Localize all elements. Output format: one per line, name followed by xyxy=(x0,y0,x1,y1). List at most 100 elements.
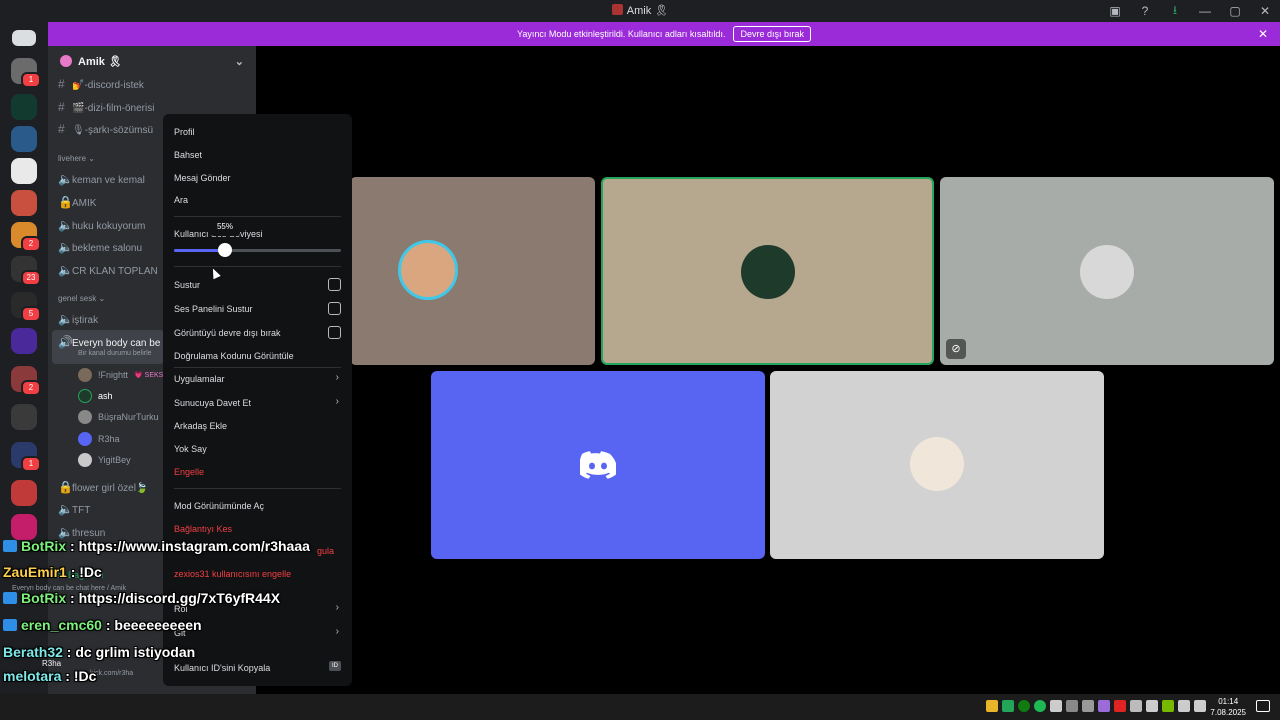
menu-item-disconnect[interactable]: Bağlantıyı Kes xyxy=(174,524,232,534)
voice-channel[interactable]: 🔒flower girl özel🍃 xyxy=(58,480,148,494)
voice-channel[interactable]: 🔈keman ve kemal xyxy=(58,172,145,186)
chat-separator: : xyxy=(66,590,79,606)
video-tile[interactable] xyxy=(431,371,765,559)
menu-item-mention[interactable]: Bahset xyxy=(174,150,202,160)
server-icon[interactable]: 5 xyxy=(11,292,41,322)
menu-item-apps[interactable]: Uygulamalar xyxy=(174,374,225,384)
voice-user[interactable]: YigitBey xyxy=(78,453,131,467)
disable-streamer-mode-button[interactable]: Devre dışı bırak xyxy=(733,26,811,42)
menu-item-block-user[interactable]: zexios31 kullanıcısını engelle xyxy=(174,569,291,579)
voice-user[interactable]: R3ha xyxy=(78,432,120,446)
system-clock[interactable]: 01:14 7.08.2025 xyxy=(1210,696,1246,718)
voice-channel[interactable]: 🔈huku kokuyorum xyxy=(58,218,145,232)
video-tile[interactable]: ⊘ xyxy=(940,177,1274,365)
spotify-icon[interactable] xyxy=(1034,700,1046,712)
mute-soundboard-checkbox[interactable] xyxy=(328,302,341,315)
text-channel[interactable]: # 🎙-şarkı-sözümsü xyxy=(58,122,153,136)
menu-item-mod-view[interactable]: Mod Görünümünde Aç xyxy=(174,501,264,511)
volume-icon[interactable] xyxy=(1194,700,1206,712)
nvidia-icon[interactable] xyxy=(1162,700,1174,712)
mic-icon[interactable] xyxy=(1146,700,1158,712)
video-tile[interactable] xyxy=(350,177,595,365)
voice-channel[interactable]: 🔈thresun xyxy=(58,525,105,539)
voice-channel[interactable]: 🔈bekleme salonu xyxy=(58,240,142,254)
voice-user[interactable]: BüşraNurTurku xyxy=(78,410,159,424)
voice-channel-active[interactable]: 🔊Everyn body can be xyxy=(58,335,160,349)
voice-user[interactable]: ash xyxy=(78,389,113,403)
menu-item-ignore[interactable]: Yok Say xyxy=(174,444,207,454)
tray-app-icon[interactable] xyxy=(1130,700,1142,712)
server-icon[interactable]: 1 xyxy=(11,442,41,472)
xbox-icon[interactable] xyxy=(1018,700,1030,712)
tray-app-icon[interactable] xyxy=(1098,700,1110,712)
speaker-icon: 🔈 xyxy=(58,502,73,516)
discord-home-icon[interactable] xyxy=(12,30,36,46)
text-channel[interactable]: # 🎬-dizi-film-önerisi xyxy=(58,100,154,114)
avatar xyxy=(78,432,92,446)
menu-item-call[interactable]: Ara xyxy=(174,195,188,205)
menu-item-invite[interactable]: Sunucuya Davet Et xyxy=(174,398,251,408)
avatar xyxy=(78,453,92,467)
menu-item-message[interactable]: Mesaj Gönder xyxy=(174,173,231,183)
close-window-button[interactable]: ✕ xyxy=(1250,4,1280,18)
server-icon[interactable] xyxy=(11,480,37,506)
video-tile-speaking[interactable] xyxy=(601,177,934,365)
video-tile[interactable] xyxy=(770,371,1104,559)
voice-channel[interactable]: 🔒AMIK xyxy=(58,195,96,209)
menu-item-verification-code[interactable]: Doğrulama Kodunu Görüntüle xyxy=(174,351,294,361)
text-channel[interactable]: # 💅-discord-istek xyxy=(58,77,144,91)
record-icon[interactable] xyxy=(1114,700,1126,712)
server-icon[interactable] xyxy=(11,328,37,354)
category-header[interactable]: genel sesk ⌄ xyxy=(58,294,105,303)
volume-slider[interactable] xyxy=(174,249,341,252)
voice-channel[interactable]: 🔈CR KLAN TOPLAN xyxy=(58,263,158,277)
server-header[interactable]: Amik 🎗 ⌄ xyxy=(48,46,256,76)
user-badge: 💗 SEKS xyxy=(134,372,164,379)
notification-icon[interactable] xyxy=(1256,700,1270,712)
minimize-button[interactable]: — xyxy=(1190,4,1220,18)
disable-video-checkbox[interactable] xyxy=(328,326,341,339)
menu-item-profile[interactable]: Profil xyxy=(174,127,195,137)
server-icon[interactable]: 2 xyxy=(11,366,41,396)
category-header[interactable]: livehere ⌄ xyxy=(58,154,95,163)
menu-item-partial[interactable]: gula xyxy=(317,546,334,556)
server-icon[interactable]: 1 xyxy=(11,58,41,88)
tray-app-icon[interactable] xyxy=(986,700,998,712)
hash-icon: # xyxy=(58,122,65,136)
speaker-icon: 🔈 xyxy=(58,525,73,539)
chat-text: !Dc xyxy=(73,668,97,684)
close-icon[interactable]: ✕ xyxy=(1258,27,1268,41)
chat-separator: : xyxy=(62,644,76,660)
voice-user[interactable]: !Fnightt 💗 SEKS xyxy=(78,368,163,382)
play-icon[interactable] xyxy=(1002,700,1014,712)
menu-item-disable-video[interactable]: Görüntüyü devre dışı bırak xyxy=(174,328,281,338)
voice-channel[interactable]: 🔈TFT xyxy=(58,502,90,516)
menu-item-copy-id[interactable]: Kullanıcı ID'sini Kopyala xyxy=(174,663,270,673)
chat-text: https://discord.gg/7xT6yfR44X xyxy=(78,590,281,606)
tray-app-icon[interactable] xyxy=(1050,700,1062,712)
server-icon[interactable]: 23 xyxy=(11,256,41,286)
voice-channel[interactable]: 🔈iştirak xyxy=(58,312,98,326)
menu-item-mute[interactable]: Sustur xyxy=(174,280,200,290)
download-icon[interactable]: ⭳ xyxy=(1160,1,1190,22)
menu-item-mute-soundboard[interactable]: Ses Panelini Sustur xyxy=(174,304,253,314)
tray-app-icon[interactable] xyxy=(1066,700,1078,712)
chat-username: ZauEmir1 xyxy=(3,564,67,580)
channel-status[interactable]: Bir kanal durumu belirle xyxy=(78,350,152,357)
server-icon[interactable] xyxy=(11,158,37,184)
server-icon[interactable] xyxy=(11,514,37,540)
menu-item-block[interactable]: Engelle xyxy=(174,467,204,477)
server-icon[interactable] xyxy=(11,190,37,216)
server-icon[interactable] xyxy=(11,94,37,120)
volume-slider-handle[interactable] xyxy=(217,243,232,257)
menu-item-add-friend[interactable]: Arkadaş Ekle xyxy=(174,421,227,431)
mute-checkbox[interactable] xyxy=(328,278,341,291)
tray-app-icon[interactable] xyxy=(1082,700,1094,712)
server-icon[interactable]: 2 xyxy=(11,222,41,252)
maximize-button[interactable]: ▢ xyxy=(1220,4,1250,18)
help-icon[interactable]: ? xyxy=(1130,4,1160,18)
network-icon[interactable] xyxy=(1178,700,1190,712)
server-icon[interactable] xyxy=(11,126,37,152)
server-icon[interactable] xyxy=(11,404,37,430)
inbox-icon[interactable]: ▣ xyxy=(1100,4,1130,18)
